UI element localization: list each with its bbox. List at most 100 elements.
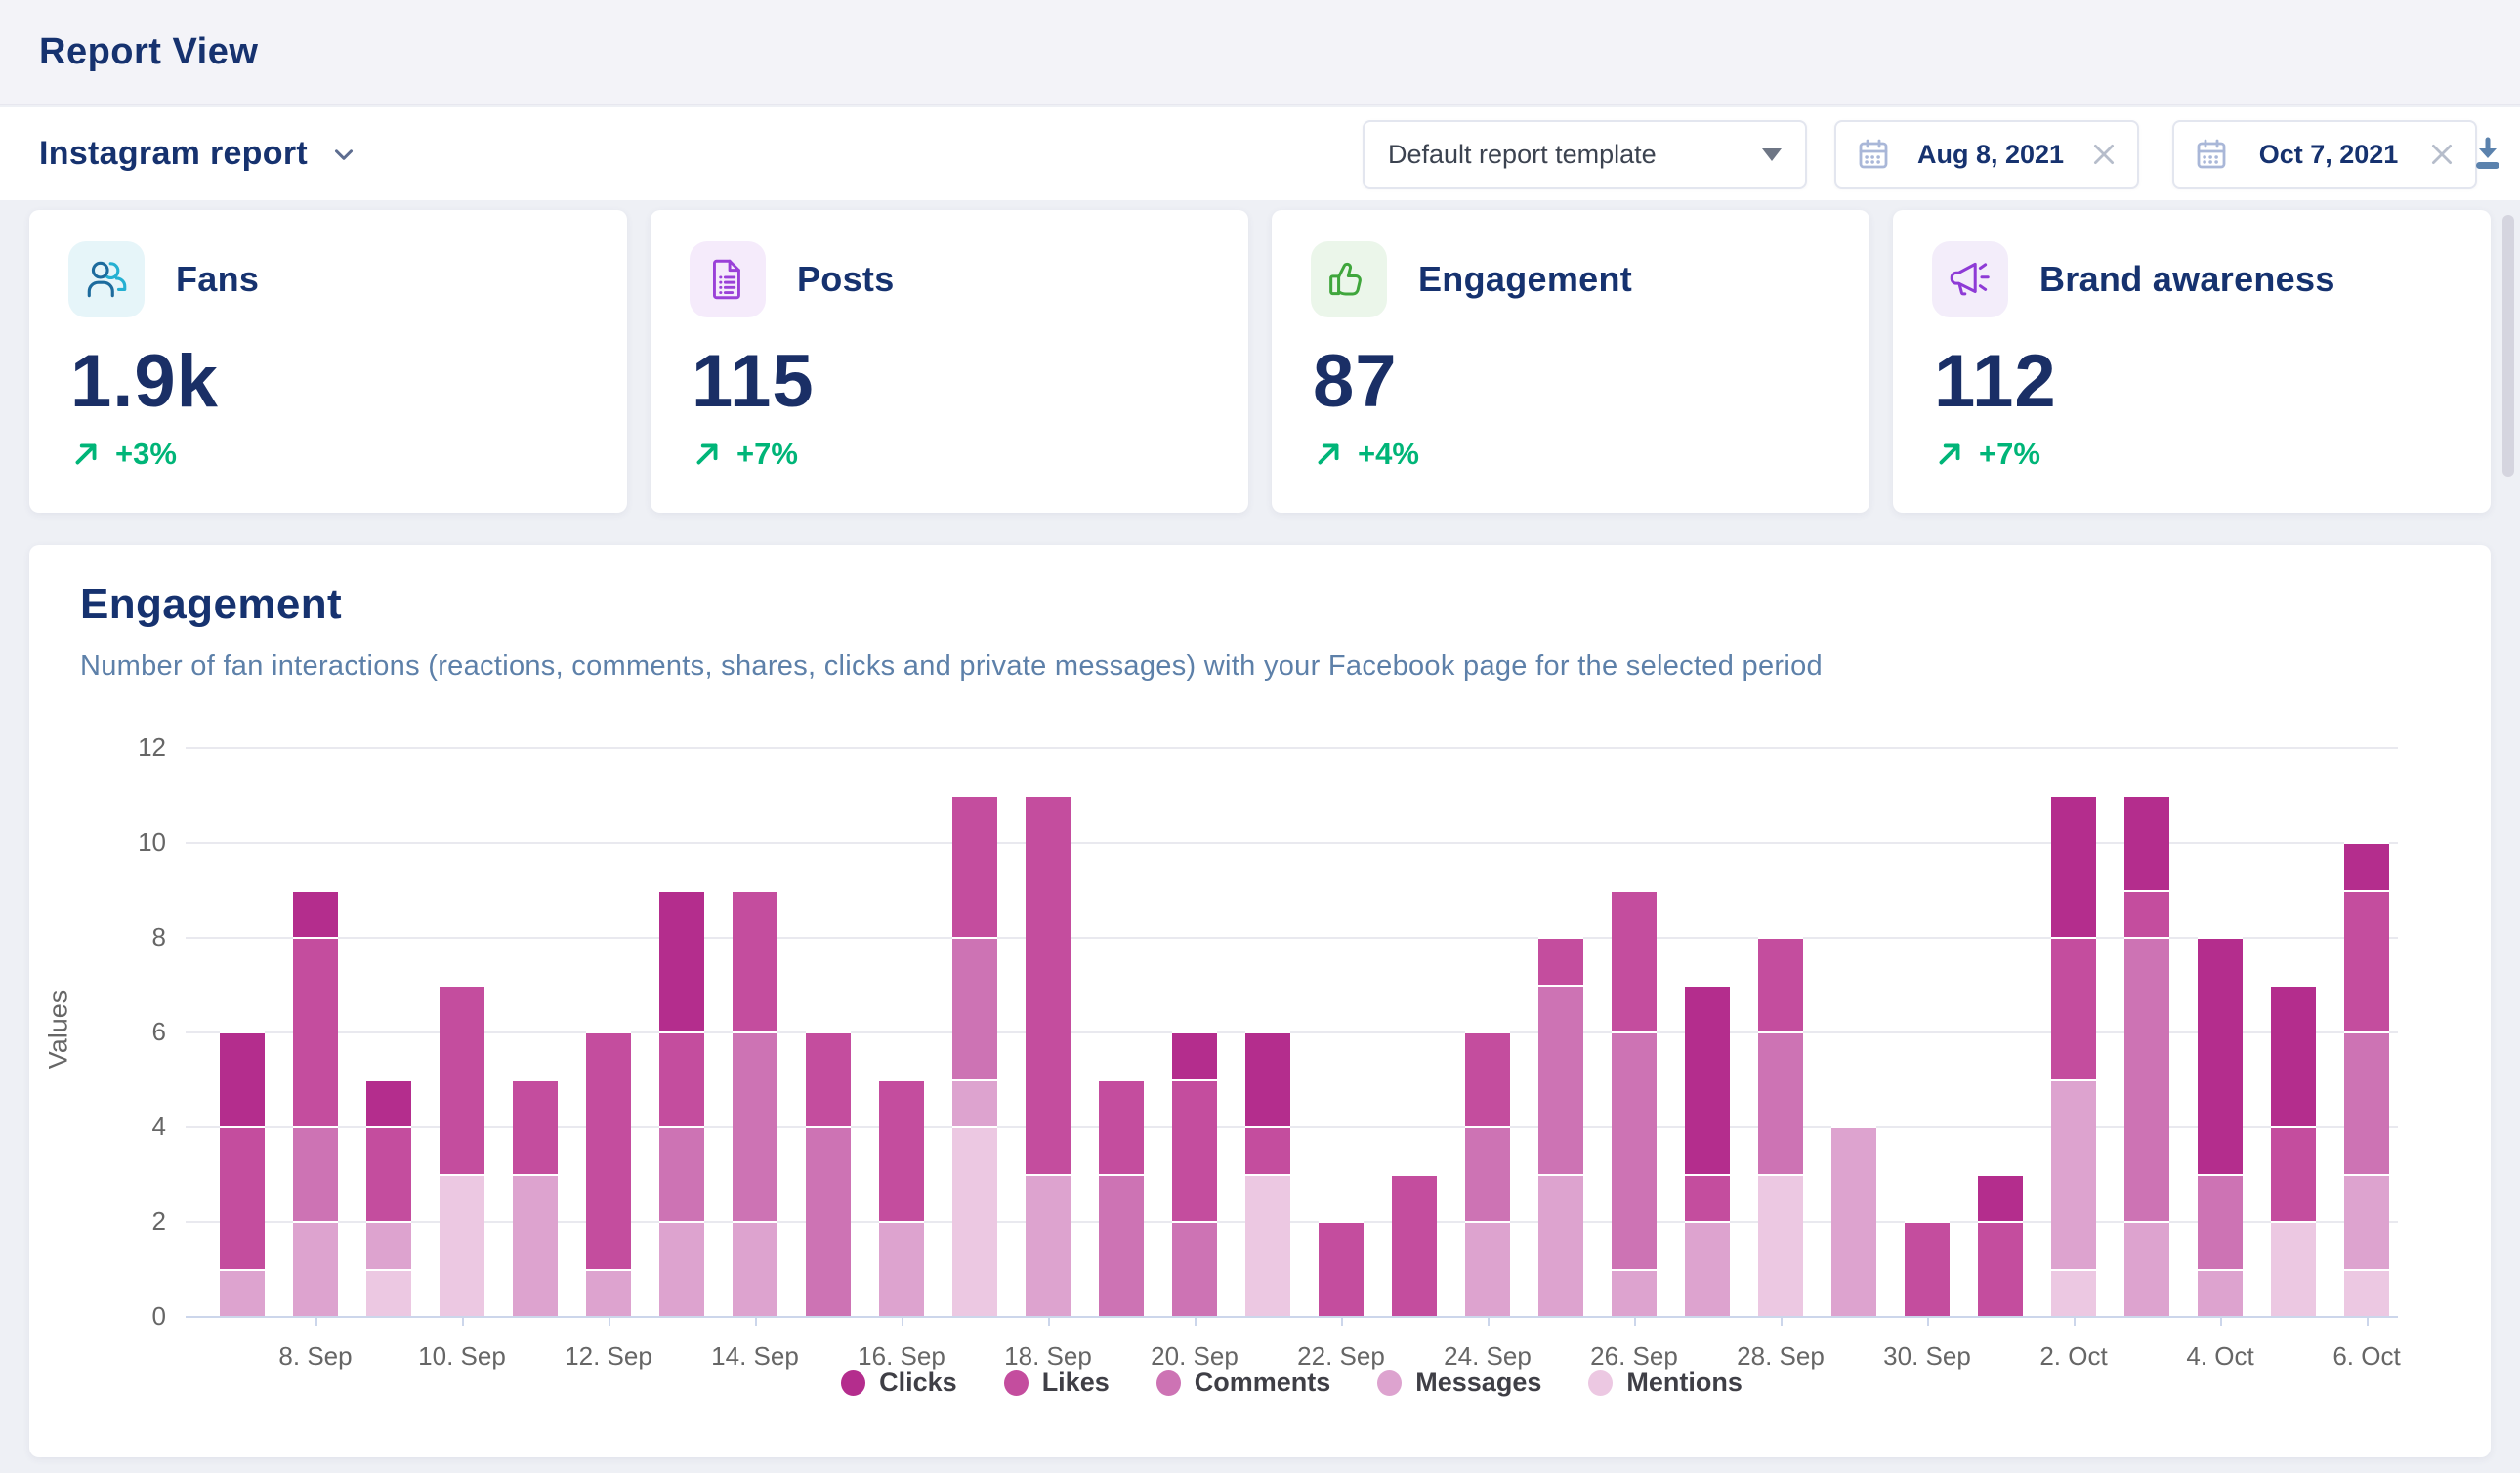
bar-segment-comments[interactable] (2344, 1031, 2389, 1174)
bar-segment-messages[interactable] (659, 1221, 704, 1316)
bar-segment-likes[interactable] (1905, 1221, 1950, 1316)
bar-segment-likes[interactable] (2124, 890, 2169, 938)
bar-segment-likes[interactable] (366, 1126, 411, 1221)
report-name-dropdown[interactable]: Instagram report (39, 107, 358, 200)
bar-segment-messages[interactable] (220, 1269, 265, 1317)
bar-segment-clicks[interactable] (1245, 1031, 1290, 1126)
bar-segment-clicks[interactable] (1685, 985, 1730, 1174)
bar-segment-comments[interactable] (2198, 1174, 2243, 1269)
x-axis-tick (902, 1316, 903, 1326)
bar-segment-mentions[interactable] (2271, 1221, 2316, 1316)
bar-segment-messages[interactable] (952, 1079, 997, 1127)
bar-segment-comments[interactable] (806, 1126, 851, 1316)
bar-segment-comments[interactable] (293, 1126, 338, 1221)
bar-segment-clicks[interactable] (220, 1031, 265, 1126)
bar-segment-messages[interactable] (1465, 1221, 1510, 1316)
download-button[interactable] (2466, 133, 2509, 176)
legend-item-clicks[interactable]: Clicks (841, 1368, 957, 1398)
x-axis-tick (2220, 1316, 2222, 1326)
close-icon[interactable] (2090, 141, 2118, 168)
close-icon[interactable] (2428, 141, 2456, 168)
bar-segment-likes[interactable] (1612, 890, 1657, 1032)
bar-segment-clicks[interactable] (659, 890, 704, 1032)
stat-trend: +3% (70, 437, 177, 472)
bar-segment-likes[interactable] (1099, 1079, 1144, 1174)
template-select[interactable]: Default report template (1363, 120, 1807, 189)
bar-segment-comments[interactable] (733, 1031, 777, 1221)
bar-segment-comments[interactable] (1758, 1031, 1803, 1174)
bar-segment-likes[interactable] (220, 1126, 265, 1269)
bar-segment-messages[interactable] (2198, 1269, 2243, 1317)
bar-segment-comments[interactable] (1099, 1174, 1144, 1317)
bar-segment-clicks[interactable] (1978, 1174, 2023, 1222)
bar-segment-messages[interactable] (1612, 1269, 1657, 1317)
bar-segment-messages[interactable] (1831, 1126, 1876, 1316)
bar-segment-likes[interactable] (879, 1079, 924, 1222)
legend-item-messages[interactable]: Messages (1377, 1368, 1541, 1398)
bar-segment-likes[interactable] (1685, 1174, 1730, 1222)
bar-segment-clicks[interactable] (1172, 1031, 1217, 1079)
bar-segment-comments[interactable] (659, 1126, 704, 1221)
bar-segment-clicks[interactable] (293, 890, 338, 938)
bar-segment-likes[interactable] (440, 985, 484, 1174)
bar-segment-likes[interactable] (1245, 1126, 1290, 1174)
scrollbar-thumb[interactable] (2502, 215, 2514, 477)
bar-segment-clicks[interactable] (366, 1079, 411, 1127)
bar-segment-likes[interactable] (1978, 1221, 2023, 1316)
bar-segment-likes[interactable] (513, 1079, 558, 1174)
download-icon (2466, 133, 2509, 176)
bar-segment-messages[interactable] (1026, 1174, 1071, 1317)
date-end-input[interactable]: Oct 7, 2021 (2172, 120, 2477, 189)
bar-segment-mentions[interactable] (1245, 1174, 1290, 1317)
engagement-chart-card: Engagement Number of fan interactions (r… (29, 545, 2491, 1457)
legend-item-likes[interactable]: Likes (1004, 1368, 1110, 1398)
legend-item-comments[interactable]: Comments (1156, 1368, 1331, 1398)
date-start-input[interactable]: Aug 8, 2021 (1834, 120, 2139, 189)
bar-segment-comments[interactable] (1172, 1221, 1217, 1316)
bar-segment-comments[interactable] (2124, 937, 2169, 1221)
bar-segment-mentions[interactable] (2344, 1269, 2389, 1317)
legend-item-mentions[interactable]: Mentions (1588, 1368, 1743, 1398)
bar-segment-likes[interactable] (2271, 1126, 2316, 1221)
bar-segment-messages[interactable] (513, 1174, 558, 1317)
bar-segment-likes[interactable] (1538, 937, 1583, 985)
bar-segment-likes[interactable] (806, 1031, 851, 1126)
bar-segment-likes[interactable] (1392, 1174, 1437, 1317)
bar-segment-clicks[interactable] (2124, 795, 2169, 890)
bar-segment-mentions[interactable] (952, 1126, 997, 1316)
bar-segment-mentions[interactable] (1758, 1174, 1803, 1317)
bar-segment-comments[interactable] (1465, 1126, 1510, 1221)
bar-segment-likes[interactable] (1172, 1079, 1217, 1222)
bar-segment-messages[interactable] (1538, 1174, 1583, 1317)
bar-segment-likes[interactable] (2051, 937, 2096, 1079)
bar-segment-comments[interactable] (952, 937, 997, 1079)
bar-segment-likes[interactable] (659, 1031, 704, 1126)
bar-segment-messages[interactable] (293, 1221, 338, 1316)
bar-segment-likes[interactable] (586, 1031, 631, 1269)
bar-segment-comments[interactable] (1538, 985, 1583, 1174)
bar-segment-mentions[interactable] (440, 1174, 484, 1317)
bar-segment-messages[interactable] (2051, 1079, 2096, 1269)
bar-segment-likes[interactable] (952, 795, 997, 938)
bar-segment-messages[interactable] (366, 1221, 411, 1269)
bar-segment-likes[interactable] (1758, 937, 1803, 1031)
bar-segment-messages[interactable] (2124, 1221, 2169, 1316)
bar-segment-messages[interactable] (586, 1269, 631, 1317)
bar-segment-likes[interactable] (2344, 890, 2389, 1032)
bar-segment-comments[interactable] (1612, 1031, 1657, 1269)
bar-segment-clicks[interactable] (2344, 842, 2389, 890)
bar-segment-messages[interactable] (2344, 1174, 2389, 1269)
bar-segment-likes[interactable] (1465, 1031, 1510, 1126)
bar-segment-likes[interactable] (1319, 1221, 1364, 1316)
bar-segment-likes[interactable] (1026, 795, 1071, 1174)
bar-segment-mentions[interactable] (2051, 1269, 2096, 1317)
bar-segment-clicks[interactable] (2271, 985, 2316, 1127)
bar-segment-likes[interactable] (733, 890, 777, 1032)
bar-segment-messages[interactable] (879, 1221, 924, 1316)
bar-segment-likes[interactable] (293, 937, 338, 1126)
bar-segment-mentions[interactable] (366, 1269, 411, 1317)
bar-segment-messages[interactable] (733, 1221, 777, 1316)
bar-segment-clicks[interactable] (2198, 937, 2243, 1174)
bar-segment-messages[interactable] (1685, 1221, 1730, 1316)
bar-segment-clicks[interactable] (2051, 795, 2096, 938)
